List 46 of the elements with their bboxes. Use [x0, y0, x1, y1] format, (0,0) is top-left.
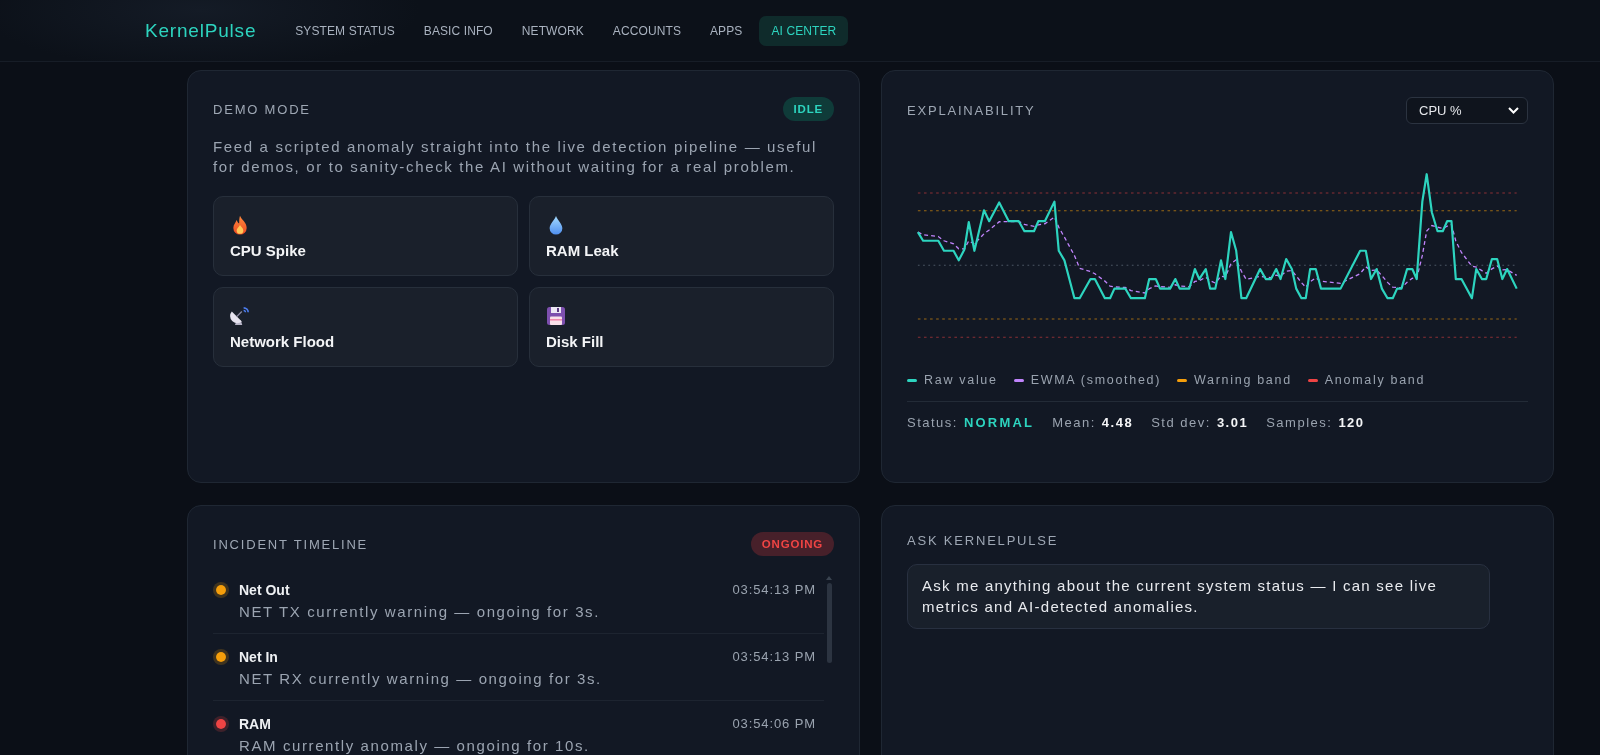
- card-title: ASK KERNELPULSE: [907, 532, 1060, 550]
- legend-label: Anomaly band: [1324, 373, 1426, 387]
- incident-description: RAM currently anomaly — ongoing for 10s.: [239, 736, 591, 755]
- legend-label: Raw value: [924, 373, 998, 387]
- stat-label: Samples:: [1266, 415, 1333, 431]
- card-title: EXPLAINABILITY: [907, 103, 1036, 118]
- stat-label: Status:: [907, 415, 958, 431]
- incident-description: NET TX currently warning — ongoing for 3s.: [239, 602, 601, 622]
- stat-value: 3.01: [1216, 415, 1249, 431]
- stat-label: Std dev:: [1151, 415, 1211, 431]
- incident-description: NET RX currently warning — ongoing for 3s.: [239, 669, 603, 689]
- app-logo[interactable]: KernelPulse: [145, 19, 257, 42]
- stat-value: 120: [1338, 415, 1365, 431]
- nav-tab[interactable]: AI CENTER: [759, 15, 849, 46]
- incident-time: 03:54:13 PM: [732, 581, 816, 599]
- legend-label: Warning band: [1194, 373, 1292, 387]
- status-badge: IDLE: [782, 97, 834, 121]
- scroll-up-arrow-icon[interactable]: [826, 576, 832, 580]
- chevron-down-icon: [1508, 107, 1519, 114]
- nav-tab[interactable]: NETWORK: [509, 15, 596, 46]
- status-badge: ONGOING: [750, 532, 834, 556]
- stat-label: Mean:: [1052, 415, 1096, 431]
- incident-title: RAM: [239, 715, 272, 733]
- incident-title: Net Out: [239, 581, 291, 599]
- assistant-message: Ask me anything about the current system status — I can see live metrics and AI-detected anomalies.: [907, 564, 1490, 629]
- satellite-dish-icon: [230, 306, 250, 326]
- stat-value: 4.48: [1101, 415, 1134, 431]
- card-title: DEMO MODE: [213, 101, 311, 117]
- nav-tab[interactable]: APPS: [698, 15, 755, 46]
- demo-description: Feed a scripted anomaly straight into the live detection pipeline — useful for demos, or to sanity-check the AI without waiting for a real problem.: [213, 137, 819, 177]
- incident-title: Net In: [239, 648, 279, 666]
- scenario-button[interactable]: Network Flood: [213, 287, 518, 367]
- scenario-button[interactable]: RAM Leak: [529, 196, 834, 276]
- nav-tab[interactable]: BASIC INFO: [411, 15, 505, 46]
- nav-tab[interactable]: ACCOUNTS: [600, 15, 693, 46]
- scenario-button[interactable]: CPU Spike: [213, 196, 518, 276]
- status-value: NORMAL: [963, 415, 1035, 431]
- flame-icon: [230, 215, 250, 235]
- incident-time: 03:54:13 PM: [732, 648, 816, 666]
- incident-time: 03:54:06 PM: [732, 715, 816, 733]
- metric-select[interactable]: CPU %: [1406, 97, 1528, 124]
- nav-tab[interactable]: SYSTEM STATUS: [283, 15, 407, 46]
- scenario-button[interactable]: Disk Fill: [529, 287, 834, 367]
- scrollbar-thumb[interactable]: [826, 583, 832, 663]
- card-title: INCIDENT TIMELINE: [213, 536, 369, 552]
- legend-label: EWMA (smoothed): [1030, 373, 1162, 387]
